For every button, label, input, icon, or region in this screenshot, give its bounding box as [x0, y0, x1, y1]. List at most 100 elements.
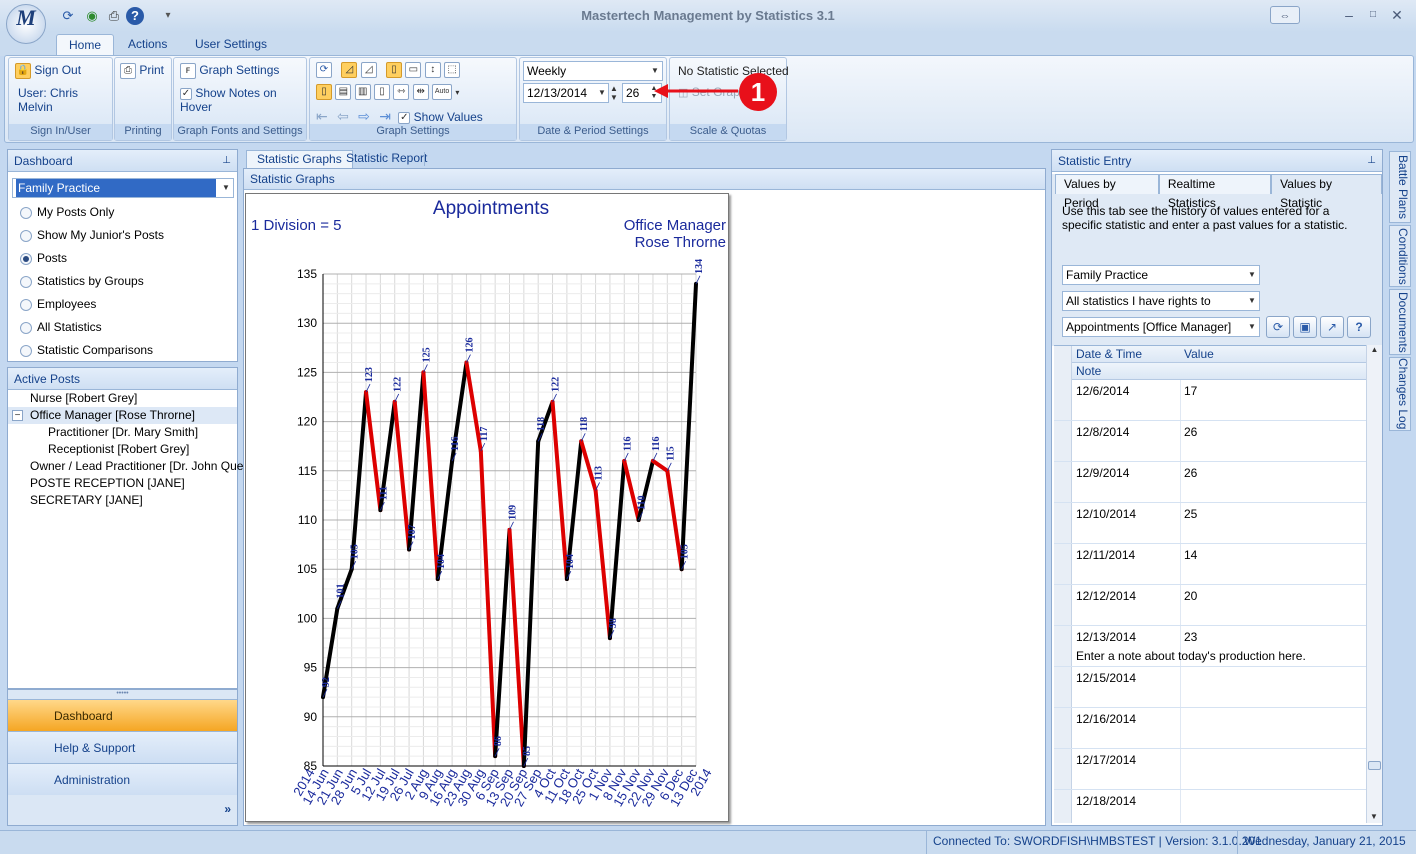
side-tab-changes-log[interactable]: Changes Log: [1389, 357, 1411, 431]
maximize-icon[interactable]: □: [1362, 6, 1384, 24]
page-portrait-icon[interactable]: ▯: [386, 62, 403, 78]
date-picker[interactable]: 12/13/2014 ▼: [523, 83, 609, 103]
column-date-header[interactable]: Date & Time: [1076, 346, 1142, 362]
row-value[interactable]: 20: [1184, 589, 1197, 603]
post-tree-item[interactable]: Receptionist [Robert Grey]: [8, 441, 237, 458]
scroll-up-icon[interactable]: ▲: [1367, 345, 1382, 354]
side-tab-documents[interactable]: Documents: [1389, 289, 1411, 355]
radio-option[interactable]: Posts: [8, 247, 237, 270]
print-button[interactable]: ⎙ Print: [120, 63, 164, 79]
auto-dropdown-icon[interactable]: ▾: [455, 88, 459, 97]
pin-icon[interactable]: ⊥: [222, 150, 231, 172]
help-icon[interactable]: ?: [1347, 316, 1371, 338]
first-page-icon[interactable]: ⇤: [316, 108, 328, 124]
splitter-grip[interactable]: •••••: [8, 690, 237, 699]
auto-scale-icon[interactable]: Auto: [432, 84, 453, 100]
row-date[interactable]: 12/10/2014: [1076, 507, 1136, 521]
tab-home[interactable]: Home: [56, 34, 115, 56]
table-row[interactable]: 12/12/2014 20: [1054, 585, 1366, 626]
radio-option[interactable]: Statistics by Groups: [8, 270, 237, 293]
radio-option[interactable]: Employees: [8, 293, 237, 316]
page-blank-icon[interactable]: ▯: [374, 84, 391, 100]
radio-option[interactable]: Statistic Comparisons: [8, 339, 237, 362]
scroll-down-icon[interactable]: ▼: [1367, 812, 1381, 821]
row-value[interactable]: 23: [1184, 630, 1197, 644]
app-logo[interactable]: M: [6, 4, 46, 44]
table-row[interactable]: 12/17/2014: [1054, 749, 1366, 790]
next-page-icon[interactable]: ⇨: [358, 108, 370, 124]
column-value-header[interactable]: Value: [1184, 346, 1214, 362]
fit-height-icon[interactable]: ↕: [424, 62, 441, 78]
collapse-toggle-icon[interactable]: −: [12, 410, 23, 421]
post-tree-item[interactable]: SECRETARY [JANE]: [8, 492, 237, 509]
statistic-select[interactable]: Appointments [Office Manager] ▼: [1062, 317, 1260, 337]
table-row[interactable]: 12/9/2014 26: [1054, 462, 1366, 503]
close-icon[interactable]: ✕: [1386, 6, 1408, 24]
tab-realtime-statistics[interactable]: Realtime Statistics: [1158, 174, 1272, 210]
column-note-header[interactable]: Note: [1076, 363, 1101, 379]
dashboard-select[interactable]: Family Practice ▼: [12, 178, 234, 198]
spacing-wide-icon[interactable]: ⇹: [412, 84, 429, 100]
nav-administration[interactable]: Administration: [8, 763, 237, 795]
row-date[interactable]: 12/11/2014: [1076, 548, 1135, 562]
row-date[interactable]: 12/16/2014: [1076, 712, 1136, 726]
scroll-thumb[interactable]: [1368, 761, 1381, 770]
post-tree-item[interactable]: Practitioner [Dr. Mary Smith]: [8, 424, 237, 441]
nav-help-support[interactable]: Help & Support: [8, 731, 237, 763]
post-tree-item[interactable]: − Office Manager [Rose Throrne]: [8, 407, 237, 424]
previous-page-icon[interactable]: ⇦: [337, 108, 349, 124]
save-icon[interactable]: ▣: [1293, 316, 1317, 338]
post-tree-item[interactable]: Owner / Lead Practitioner [Dr. John Que]: [8, 458, 247, 475]
group-select[interactable]: Family Practice ▼: [1062, 265, 1260, 285]
row-value[interactable]: 14: [1184, 548, 1197, 562]
row-value[interactable]: 17: [1184, 384, 1197, 398]
last-page-icon[interactable]: ⇥: [379, 108, 391, 124]
radio-option[interactable]: All Statistics: [8, 316, 237, 339]
table-row[interactable]: 12/6/2014 17: [1054, 380, 1366, 421]
row-value[interactable]: 26: [1184, 425, 1197, 439]
row-date[interactable]: 12/8/2014: [1076, 425, 1129, 439]
fit-page-icon[interactable]: ⬚: [444, 62, 461, 78]
row-date[interactable]: 12/12/2014: [1076, 589, 1136, 603]
show-notes-checkbox[interactable]: ✓ Show Notes on Hover: [180, 86, 306, 114]
edit-graph-icon[interactable]: ◿: [341, 62, 358, 78]
table-row[interactable]: 12/16/2014: [1054, 708, 1366, 749]
row-date[interactable]: 12/6/2014: [1076, 384, 1129, 398]
row-value[interactable]: 25: [1184, 507, 1197, 521]
refresh-graph-icon[interactable]: ⟳: [316, 62, 332, 78]
layout-3-icon[interactable]: ▥: [354, 84, 371, 100]
restore-layout-icon[interactable]: ⇔: [1270, 6, 1300, 24]
show-values-checkbox[interactable]: ✓: [398, 111, 411, 124]
radio-option[interactable]: Show My Junior's Posts: [8, 224, 237, 247]
row-date[interactable]: 12/18/2014: [1076, 794, 1136, 808]
date-spin-icon[interactable]: ▲ ▼: [610, 84, 618, 102]
post-tree-item[interactable]: Nurse [Robert Grey]: [8, 390, 237, 407]
table-row[interactable]: 12/15/2014: [1054, 667, 1366, 708]
tab-actions[interactable]: Actions: [116, 34, 179, 56]
nav-expand-icon[interactable]: »: [8, 795, 237, 823]
row-date[interactable]: 12/15/2014: [1076, 671, 1136, 685]
nav-dashboard[interactable]: Dashboard: [8, 699, 237, 731]
row-date[interactable]: 12/9/2014: [1076, 466, 1129, 480]
grid-scrollbar[interactable]: ▲ ▼: [1366, 345, 1382, 823]
page-landscape-icon[interactable]: ▭: [405, 62, 422, 78]
post-tree-item[interactable]: POSTE RECEPTION [JANE]: [8, 475, 237, 492]
layout-1-icon[interactable]: ▯: [316, 84, 332, 100]
table-row[interactable]: 12/13/2014 23 Enter a note about today's p…: [1054, 626, 1366, 667]
edit-scale-icon[interactable]: ◿: [360, 62, 377, 78]
side-tab-conditions[interactable]: Conditions: [1389, 225, 1411, 287]
layout-2-icon[interactable]: ▤: [335, 84, 352, 100]
row-value[interactable]: 26: [1184, 466, 1197, 480]
sign-out-button[interactable]: 🔒 Sign Out: [15, 63, 81, 79]
row-date[interactable]: 12/13/2014: [1076, 630, 1136, 644]
tab-statistic-report[interactable]: Statistic Report: [336, 150, 437, 168]
minimize-icon[interactable]: –: [1338, 6, 1360, 24]
refresh-icon[interactable]: ⟳: [1266, 316, 1290, 338]
row-note[interactable]: Enter a note about today's production he…: [1076, 649, 1306, 663]
period-select[interactable]: Weekly ▼: [523, 61, 663, 81]
export-icon[interactable]: ↗: [1320, 316, 1344, 338]
table-row[interactable]: 12/18/2014: [1054, 790, 1366, 823]
table-row[interactable]: 12/10/2014 25: [1054, 503, 1366, 544]
tab-values-by-period[interactable]: Values by Period: [1055, 174, 1159, 210]
table-row[interactable]: 12/8/2014 26: [1054, 421, 1366, 462]
